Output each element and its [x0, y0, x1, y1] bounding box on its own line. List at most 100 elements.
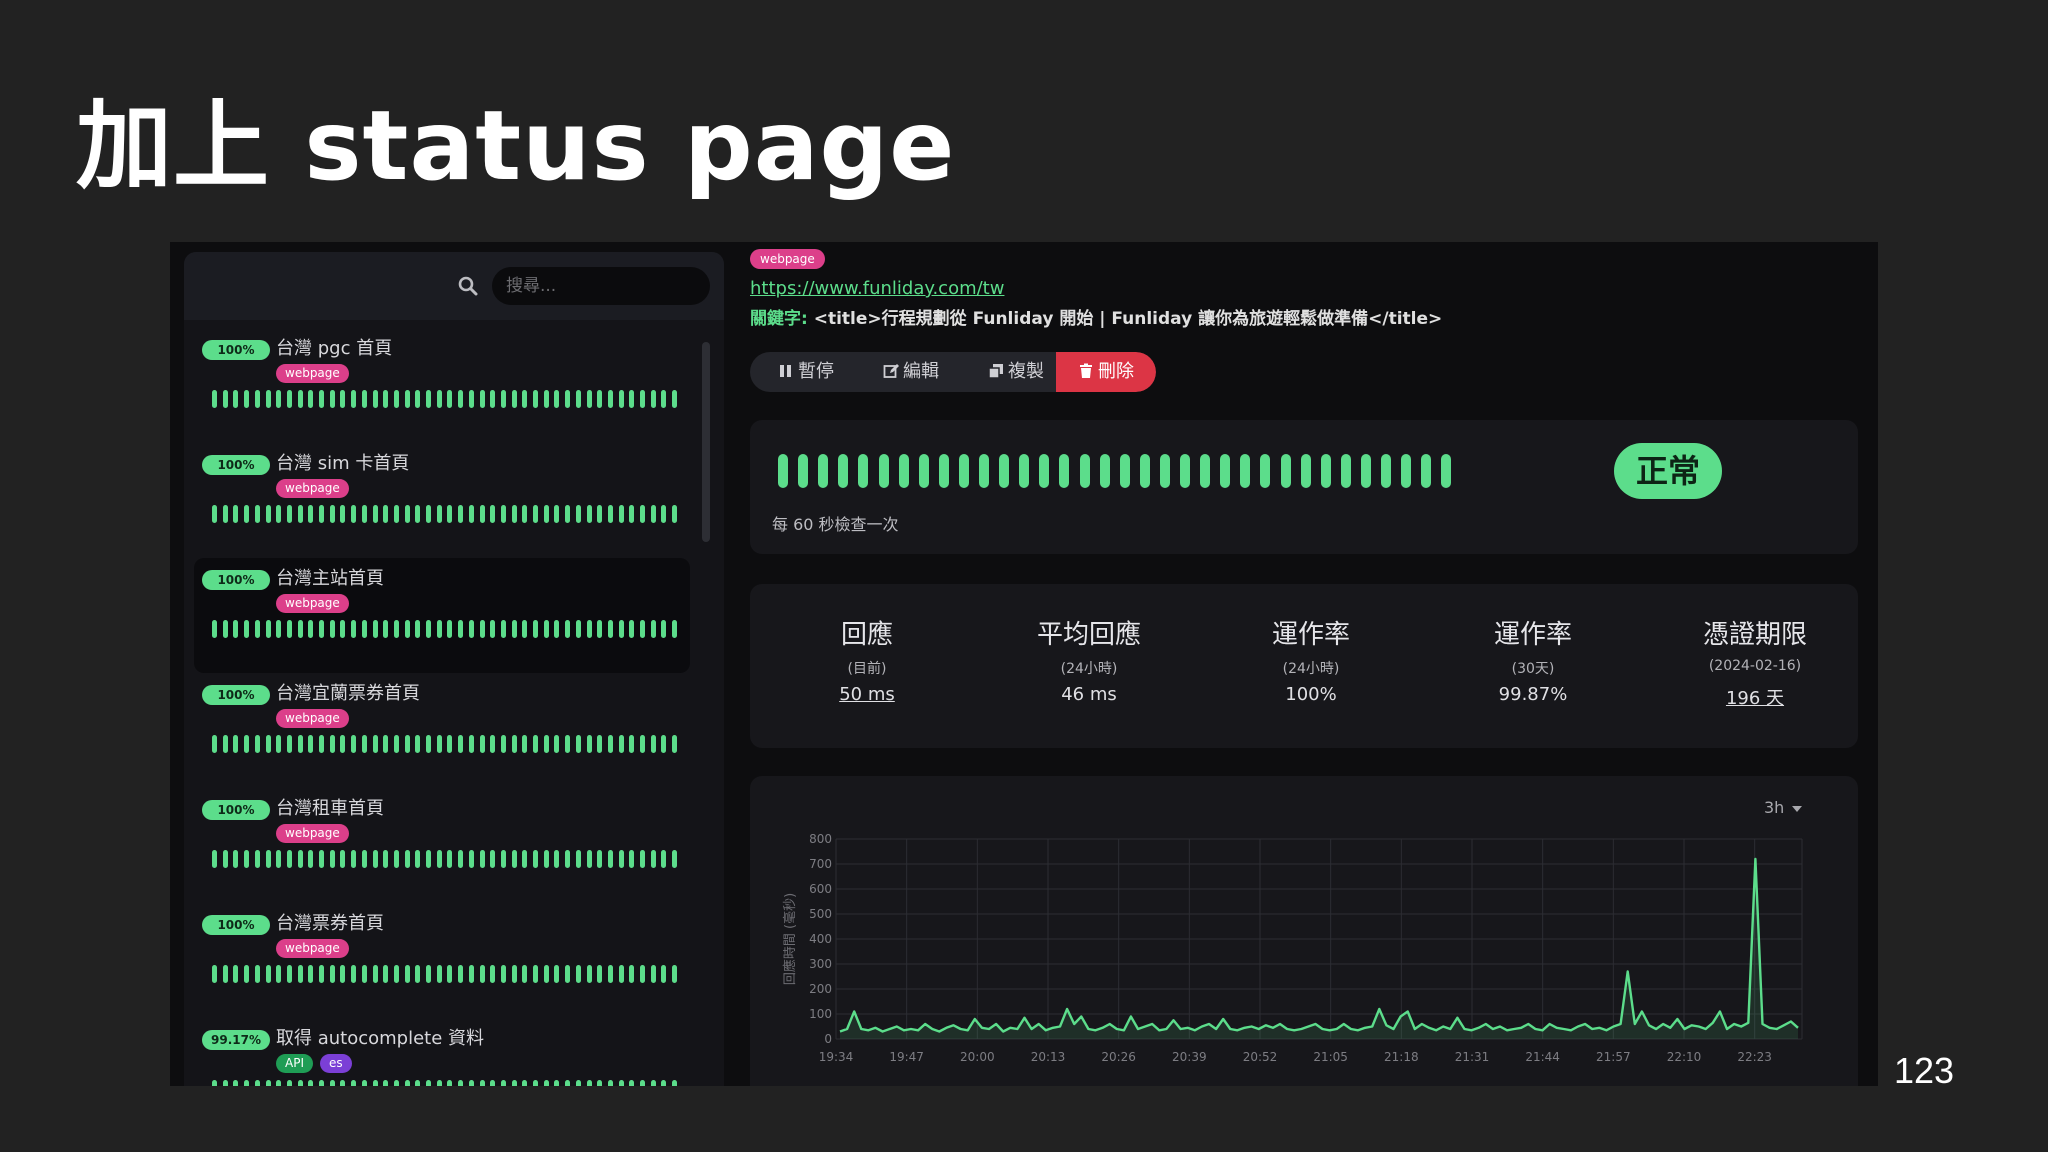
heartbeat-beat: [554, 850, 560, 868]
heartbeat-beat: [586, 1080, 592, 1086]
stat-value[interactable]: 196 天: [1644, 684, 1866, 710]
monitor-item[interactable]: 100% 台灣宜蘭票券首頁 webpage: [194, 673, 690, 788]
monitor-item[interactable]: 100% 台灣 sim 卡首頁 webpage: [194, 443, 690, 558]
heartbeat-beat: [543, 965, 549, 983]
monitor-item[interactable]: 100% 台灣主站首頁 webpage: [194, 558, 690, 673]
heartbeat-beat: [511, 390, 517, 408]
slide-title: 加上 status page: [76, 90, 956, 202]
heartbeat-beat: [1159, 454, 1170, 488]
x-tick-label: 19:34: [819, 1050, 854, 1064]
heartbeat-beat: [597, 620, 603, 638]
heartbeat-beat: [447, 965, 453, 983]
heartbeat-beat: [650, 1080, 656, 1086]
monitor-item[interactable]: 100% 台灣租車首頁 webpage: [194, 788, 690, 903]
heartbeat-beat: [918, 454, 929, 488]
heartbeat-beat: [533, 735, 538, 753]
heartbeat-beat: [629, 965, 635, 983]
heartbeat-beat: [607, 505, 613, 523]
heartbeat-beat: [533, 620, 538, 638]
heartbeat-beat: [436, 390, 442, 408]
heartbeat-beat: [1240, 454, 1251, 488]
heartbeat-beat: [479, 850, 485, 868]
heartbeat-beat: [244, 850, 250, 868]
search-input[interactable]: [492, 267, 710, 305]
uptime-badge: 100%: [202, 800, 270, 820]
heartbeat-bar: [212, 390, 682, 408]
heartbeat-beat: [1180, 454, 1190, 488]
heartbeat-beat: [222, 620, 228, 638]
heartbeat-beat: [319, 390, 324, 408]
monitor-item[interactable]: 100% 台灣 pgc 首頁 webpage: [194, 328, 690, 443]
heartbeat-beat: [393, 390, 399, 408]
monitor-item[interactable]: 99.17% 取得 autocomplete 資料 API es: [194, 1018, 690, 1086]
y-tick-label: 100: [809, 1007, 832, 1021]
heartbeat-beat: [500, 965, 506, 983]
heartbeat-beat: [629, 620, 635, 638]
x-tick-label: 21:57: [1596, 1050, 1631, 1064]
heartbeat-beat: [500, 735, 506, 753]
heartbeat-beat: [640, 505, 645, 523]
heartbeat-beat: [554, 390, 560, 408]
stat-value[interactable]: 50 ms: [756, 684, 978, 705]
heartbeat-beat: [254, 850, 260, 868]
heartbeat-beat: [661, 850, 667, 868]
heartbeat-beat: [533, 505, 538, 523]
tag-badge: webpage: [276, 594, 349, 613]
uptime-badge: 100%: [202, 340, 270, 360]
heartbeat-beat: [458, 505, 464, 523]
heartbeat-beat: [672, 1080, 678, 1086]
heartbeat-beat: [586, 620, 592, 638]
heartbeat-beat: [650, 390, 656, 408]
clone-button[interactable]: 複製: [966, 352, 1066, 392]
heartbeat-beat: [393, 965, 399, 983]
stat-subtitle: (24小時): [1060, 661, 1118, 677]
heartbeat-beat: [522, 505, 528, 523]
y-axis-label: 回應時間 (毫秒): [782, 893, 798, 985]
heartbeat-beat: [607, 390, 613, 408]
heartbeat-beat: [426, 620, 431, 638]
heartbeat-beat: [222, 390, 228, 408]
heartbeat-beat: [212, 505, 217, 523]
heartbeat-beat: [340, 1080, 346, 1086]
heartbeat-beat: [404, 965, 410, 983]
heartbeat-beat: [458, 1080, 464, 1086]
edit-button[interactable]: 編輯: [862, 352, 960, 392]
heartbeat-beat: [618, 1080, 624, 1086]
check-interval: 每 60 秒檢查一次: [772, 515, 899, 534]
pause-icon: [780, 365, 791, 377]
pause-label: 暫停: [798, 361, 834, 382]
heartbeat-beat: [340, 620, 346, 638]
heartbeat-beat: [468, 965, 474, 983]
delete-button[interactable]: 刪除: [1056, 352, 1156, 392]
monitor-name: 取得 autocomplete 資料: [276, 1028, 485, 1049]
status-app: 100% 台灣 pgc 首頁 webpage 100% 台灣 sim 卡首頁 webpag…: [170, 242, 1878, 1086]
heartbeat-beat: [533, 850, 538, 868]
heartbeat-beat: [340, 850, 346, 868]
heartbeat-beat: [597, 735, 603, 753]
heartbeat-beat: [500, 620, 506, 638]
heartbeat-beat: [479, 1080, 485, 1086]
heartbeat-beat: [629, 735, 635, 753]
status-badge: 正常: [1614, 443, 1722, 499]
heartbeat-beat: [543, 850, 549, 868]
monitor-item[interactable]: 100% 台灣票券首頁 webpage: [194, 903, 690, 1018]
heartbeat-beat: [372, 620, 378, 638]
pause-button[interactable]: 暫停: [758, 352, 854, 392]
heartbeat-beat: [500, 505, 506, 523]
heartbeat-beat: [329, 390, 335, 408]
heartbeat-beat: [447, 735, 453, 753]
heartbeat-beat: [618, 505, 624, 523]
monitor-url[interactable]: https://www.funliday.com/tw: [750, 278, 1004, 299]
heartbeat-beat: [511, 965, 517, 983]
heartbeat-beat: [575, 965, 581, 983]
heartbeat-beat: [672, 620, 678, 638]
heartbeat-beat: [1079, 454, 1090, 488]
heartbeat-beat: [500, 850, 506, 868]
heartbeat-beat: [661, 620, 667, 638]
heartbeat-beat: [672, 505, 678, 523]
heartbeat-beat: [297, 1080, 303, 1086]
sidebar-scrollbar[interactable]: [702, 342, 710, 542]
heartbeat-beat: [640, 850, 645, 868]
tag-badge: API: [276, 1054, 313, 1073]
tag-badge: webpage: [276, 364, 349, 383]
